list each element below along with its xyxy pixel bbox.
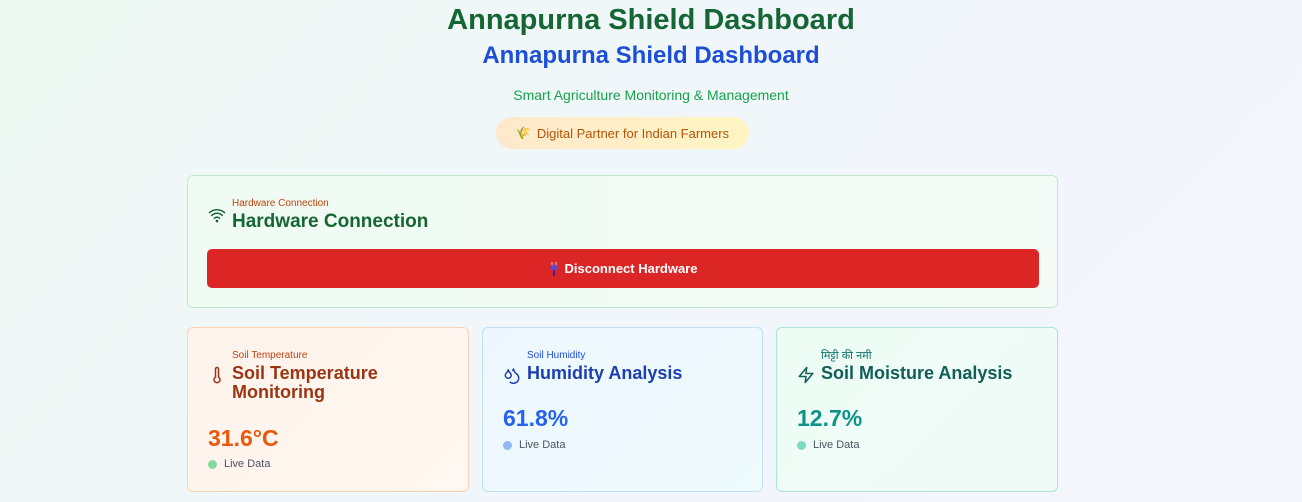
farmer-partner-badge: 🌾 Digital Partner for Indian Farmers — [496, 117, 749, 149]
moisture-title: Soil Moisture Analysis — [821, 363, 1013, 383]
live-indicator-dot — [797, 440, 806, 450]
humidity-live-status: Live Data — [503, 439, 565, 451]
zap-icon — [797, 366, 815, 384]
temperature-value: 31.6°C — [208, 425, 279, 451]
live-indicator-dot — [503, 440, 512, 450]
moisture-small-label: मिट्टी की नमी — [821, 350, 872, 362]
badge-text: Digital Partner for Indian Farmers — [536, 125, 730, 141]
disconnect-hardware-button[interactable]: Disconnect Hardware — [207, 249, 1039, 288]
hardware-card-header: Hardware Connection Hardware Connection — [208, 198, 428, 231]
page-tagline: Smart Agriculture Monitoring & Managemen… — [513, 87, 789, 103]
hardware-connection-card: Hardware Connection Hardware Connection … — [187, 175, 1058, 308]
live-status-label: Live Data — [813, 439, 860, 451]
disconnect-button-label: Disconnect Hardware — [564, 261, 698, 276]
moisture-card-header: मिट्टी की नमी Soil Moisture Analysis — [797, 350, 1012, 384]
page-title: Annapurna Shield Dashboard — [447, 4, 855, 36]
temperature-small-label: Soil Temperature — [232, 350, 308, 361]
plug-icon — [549, 261, 559, 276]
wheat-icon: 🌾 — [515, 126, 531, 140]
temperature-title: Soil Temperature Monitoring — [232, 363, 378, 402]
hardware-small-label: Hardware Connection — [232, 198, 329, 209]
live-status-label: Live Data — [224, 458, 271, 470]
page-subtitle: Annapurna Shield Dashboard — [482, 42, 820, 69]
droplets-icon — [503, 366, 521, 384]
humidity-card-header: Soil Humidity Humidity Analysis — [503, 350, 682, 384]
soil-moisture-card: मिट्टी की नमी Soil Moisture Analysis 12.… — [776, 327, 1058, 492]
moisture-live-status: Live Data — [797, 439, 859, 451]
temperature-card-header: Soil Temperature Soil Temperature Monito… — [208, 350, 392, 402]
soil-temperature-card: Soil Temperature Soil Temperature Monito… — [187, 327, 469, 492]
wifi-icon — [208, 206, 226, 224]
temperature-live-status: Live Data — [208, 458, 270, 470]
hardware-title: Hardware Connection — [232, 211, 429, 232]
soil-humidity-card: Soil Humidity Humidity Analysis 61.8% Li… — [482, 327, 763, 492]
live-indicator-dot — [208, 459, 217, 469]
live-status-label: Live Data — [519, 439, 566, 451]
humidity-title: Humidity Analysis — [527, 363, 683, 383]
humidity-small-label: Soil Humidity — [527, 350, 586, 361]
humidity-value: 61.8% — [503, 405, 569, 431]
moisture-value: 12.7% — [797, 405, 863, 431]
thermometer-icon — [208, 366, 226, 384]
